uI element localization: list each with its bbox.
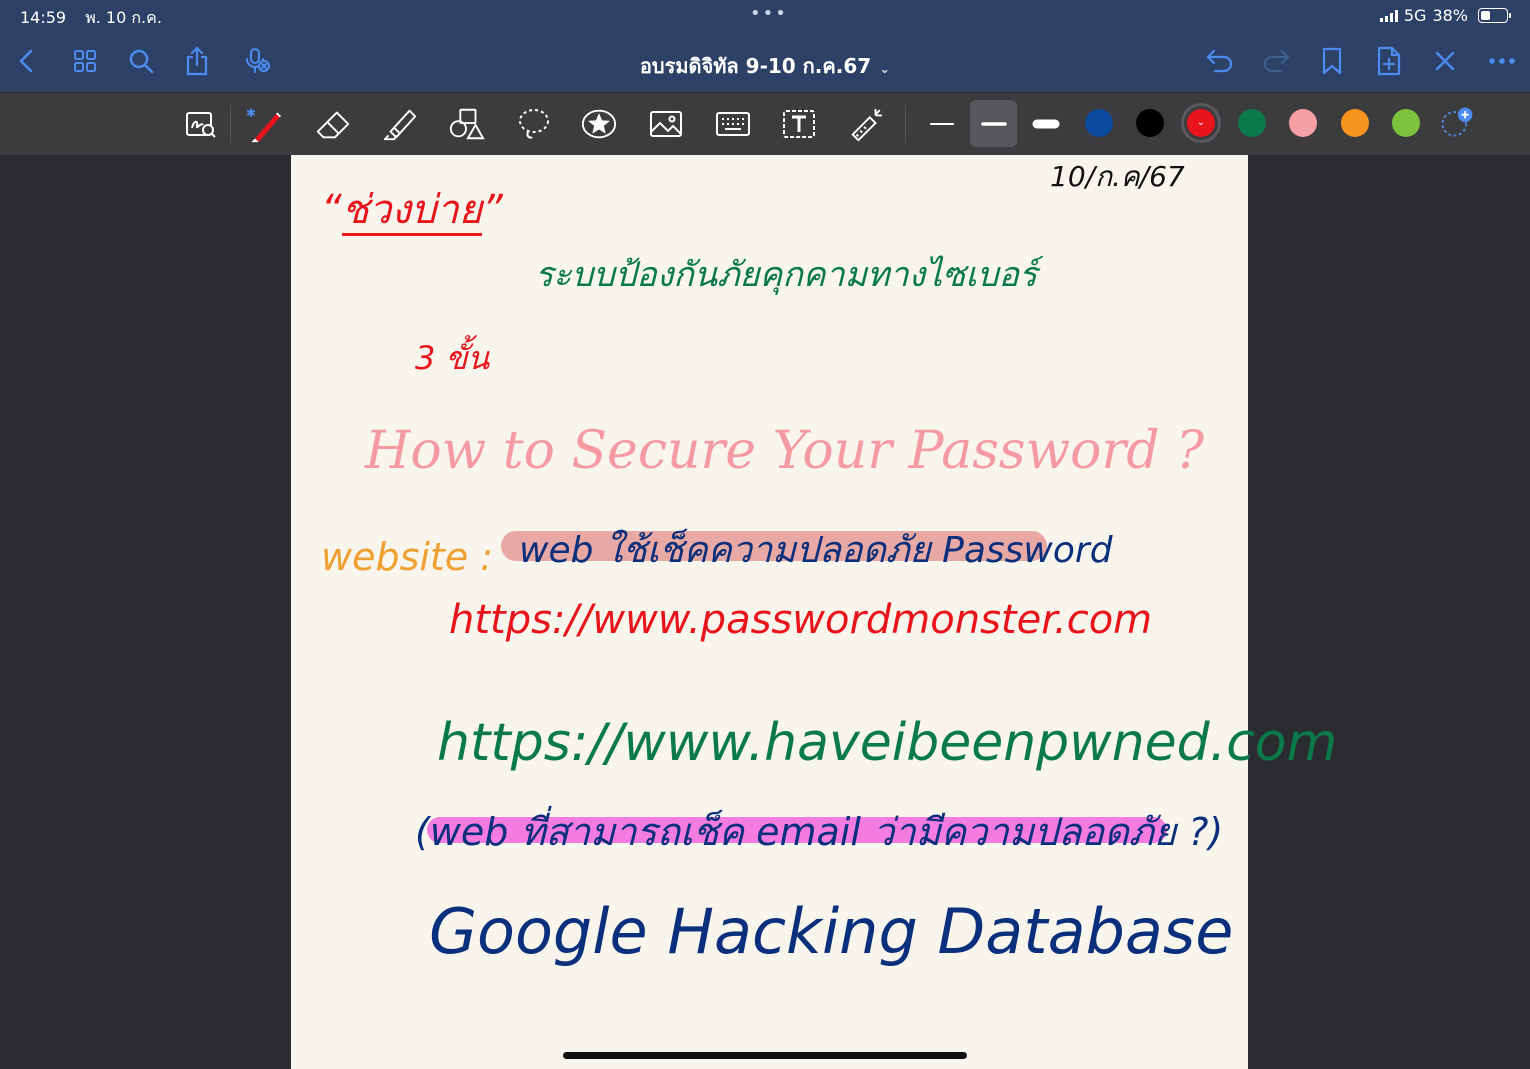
status-right: 5G 38% xyxy=(1379,6,1511,25)
web-description: web ใช้เช็คความปลอดภัย Password xyxy=(519,530,1113,571)
stroke-thick-icon[interactable] xyxy=(1027,105,1065,143)
pen-tool-icon[interactable]: ✱ xyxy=(246,105,284,143)
document-title[interactable]: อบรมดิจิทัล 9-10 ก.ค.67 ⌄ xyxy=(0,50,1530,82)
add-page-icon[interactable] xyxy=(1374,46,1404,76)
highlighter-tool-icon[interactable] xyxy=(381,105,419,143)
color-swatch-lime[interactable] xyxy=(1392,109,1420,137)
image-tool-icon[interactable] xyxy=(647,105,685,143)
bookmark-icon[interactable] xyxy=(1317,46,1347,76)
status-bar: 14:59 พ. 10 ก.ค. ••• 5G 38% xyxy=(0,0,1530,32)
status-time: 14:59 xyxy=(20,8,67,27)
multitasking-dots-icon[interactable]: ••• xyxy=(750,3,788,24)
url-passwordmonster: https://www.passwordmonster.com xyxy=(449,597,1153,643)
header-afternoon-text: ช่วงบ่าย xyxy=(341,187,483,236)
color-swatch-green[interactable] xyxy=(1238,109,1266,137)
elements-sticker-icon[interactable] xyxy=(580,105,618,143)
toolbar-divider xyxy=(905,105,906,143)
undo-icon[interactable] xyxy=(1205,46,1235,76)
redo-icon[interactable] xyxy=(1261,46,1291,76)
three-steps: 3 ขั้น xyxy=(415,339,490,377)
drawing-toolbar: ✱ ⌄ xyxy=(0,92,1530,155)
note-page[interactable]: 10/ก.ค/67 “ช่วงบ่าย” ระบบป้องกันภัยคุกคา… xyxy=(291,155,1337,1069)
text-box-tool-icon[interactable] xyxy=(780,105,818,143)
header-afternoon: “ช่วงบ่าย” xyxy=(321,177,503,241)
eraser-tool-icon[interactable] xyxy=(314,105,352,143)
color-swatch-red-selected[interactable]: ⌄ xyxy=(1187,109,1215,137)
stroke-medium-icon[interactable] xyxy=(975,105,1013,143)
url-haveibeenpwned: https://www.haveibeenpwned.com xyxy=(437,713,1338,773)
lasso-tool-icon[interactable] xyxy=(515,105,553,143)
zoom-window-icon[interactable] xyxy=(182,105,220,143)
document-title-text: อบรมดิจิทัล 9-10 ก.ค.67 xyxy=(639,54,872,78)
signal-icon xyxy=(1379,9,1398,22)
website-label: website : xyxy=(321,535,494,579)
title-chevron-down-icon[interactable]: ⌄ xyxy=(879,62,890,77)
stroke-thin-icon[interactable] xyxy=(923,105,961,143)
add-color-icon[interactable] xyxy=(1438,103,1476,141)
status-date: พ. 10 ก.ค. xyxy=(85,8,162,27)
shapes-tool-icon[interactable] xyxy=(447,105,485,143)
toolbar-divider xyxy=(230,105,231,143)
color-swatch-orange[interactable] xyxy=(1341,109,1369,137)
google-hacking-database: Google Hacking Database xyxy=(429,895,1234,968)
home-indicator[interactable] xyxy=(563,1052,967,1059)
close-icon[interactable] xyxy=(1430,46,1460,76)
network-label: 5G xyxy=(1403,6,1427,25)
keyboard-tool-icon[interactable] xyxy=(714,105,752,143)
svg-text:✱: ✱ xyxy=(246,106,256,120)
web-description-2: (web ที่สามารถเช็ค email ว่ามีความปลอดภั… xyxy=(415,810,1224,854)
title-secure-password: How to Secure Your Password ? xyxy=(365,421,1204,481)
battery-percent: 38% xyxy=(1432,6,1468,25)
note-date: 10/ก.ค/67 xyxy=(1050,160,1185,193)
battery-icon xyxy=(1478,8,1511,23)
laser-pointer-icon[interactable] xyxy=(847,105,885,143)
color-swatch-black[interactable] xyxy=(1136,109,1164,137)
more-options-icon[interactable] xyxy=(1487,46,1517,76)
heading-cyber-defense: ระบบป้องกันภัยคุกคามทางไซเบอร์ xyxy=(535,255,1038,295)
color-swatch-pink[interactable] xyxy=(1289,109,1317,137)
nav-bar: อบรมดิจิทัล 9-10 ก.ค.67 ⌄ xyxy=(0,32,1530,92)
color-swatch-blue[interactable] xyxy=(1085,109,1113,137)
status-left: 14:59 พ. 10 ก.ค. xyxy=(20,6,176,31)
